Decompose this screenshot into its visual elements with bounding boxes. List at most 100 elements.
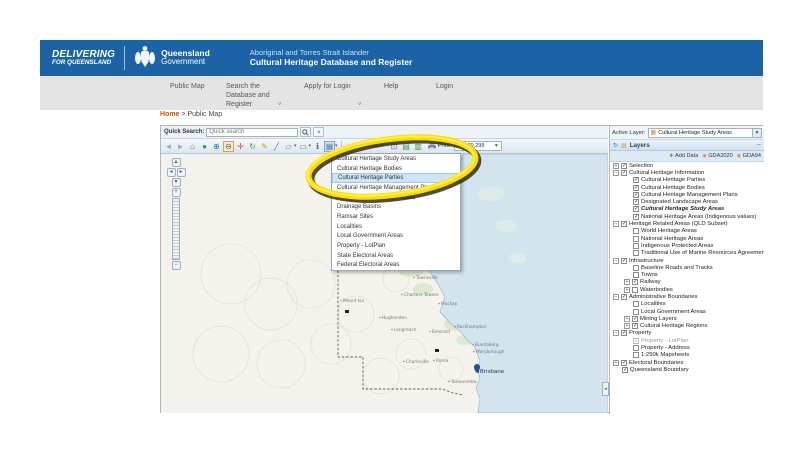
layer-checkbox[interactable]: ✓ <box>621 221 627 227</box>
layer-label[interactable]: Cultural Heritage Bodies <box>641 185 705 191</box>
tree-expander-plus[interactable]: + <box>624 279 630 285</box>
layer-checkbox[interactable] <box>633 236 639 242</box>
pan-left-button[interactable]: ◂ <box>167 168 176 177</box>
layer-label[interactable]: Cultural Heritage Study Areas <box>641 206 724 212</box>
tree-expander-plus[interactable]: + <box>624 316 630 322</box>
quick-search-go-button[interactable] <box>300 127 311 137</box>
layer-checkbox[interactable] <box>633 301 639 307</box>
layer-label[interactable]: Railway <box>640 279 661 285</box>
map-scale-select[interactable]: 18,489,298▼ <box>454 141 502 151</box>
layer-checkbox[interactable]: ✓ <box>621 330 627 336</box>
refresh-layers-icon[interactable]: ↻ <box>613 142 618 149</box>
layer-checkbox[interactable]: ✓ <box>621 170 627 176</box>
layer-checkbox[interactable]: ✓ <box>632 279 638 285</box>
tree-expander-minus[interactable]: − <box>613 221 619 227</box>
nav-item-search-the[interactable]: Search the Database and Register <box>226 82 270 109</box>
tree-expander-plus[interactable]: + <box>613 163 619 169</box>
add-data-button[interactable]: ✚Add Data <box>669 153 698 159</box>
zoom-in-button[interactable]: + <box>172 188 181 197</box>
report-icon[interactable]: ▤ <box>401 141 412 152</box>
layer-checkbox[interactable]: ✓ <box>621 258 627 264</box>
layer-label[interactable]: Localities <box>641 301 666 307</box>
measure-area-icon[interactable]: ▱ <box>283 141 294 152</box>
layer-checkbox[interactable]: ✓ <box>633 199 639 205</box>
chevron-down-icon[interactable]: ▾ <box>335 143 338 149</box>
layer-label[interactable]: Local Government Areas <box>641 309 706 315</box>
refresh-icon[interactable]: ↻ <box>247 141 258 152</box>
layer-label[interactable]: Traditional Use of Marine Resources Agre… <box>641 250 764 256</box>
layer-label[interactable]: Property <box>629 330 651 336</box>
zoom-to-selection-icon[interactable]: ⊡ <box>389 141 400 152</box>
menu-item-localities[interactable]: Localities <box>332 222 460 232</box>
layer-checkbox[interactable]: ✓ <box>621 360 627 366</box>
gda2020-button[interactable]: ◉GDA2020 <box>702 153 732 159</box>
menu-item-designated-landscape-areas[interactable]: Designated Landscape Areas <box>332 193 460 203</box>
layer-label[interactable]: Property - Address <box>641 345 690 351</box>
menu-item-cultural-heritage-study-areas[interactable]: Cultural Heritage Study Areas <box>332 154 460 164</box>
layer-checkbox[interactable]: ✓ <box>633 214 639 220</box>
measure-distance-icon[interactable]: ╱ <box>271 141 282 152</box>
draw-icon[interactable]: ✎ <box>259 141 270 152</box>
quick-search-input[interactable] <box>206 128 298 137</box>
quick-search-clear-button[interactable]: × <box>313 127 324 137</box>
panel-collapse-arrow-button[interactable]: ◂ <box>602 382 609 396</box>
menu-item-ramsar-sites[interactable]: Ramsar Sites <box>332 212 460 222</box>
layer-label[interactable]: Cultural Heritage Management Plans <box>641 192 738 198</box>
layer-label[interactable]: Administrative Boundaries <box>629 294 697 300</box>
layer-checkbox[interactable] <box>633 228 639 234</box>
menu-item-cultural-heritage-parties[interactable]: Cultural Heritage Parties <box>332 173 460 183</box>
pan-icon[interactable]: ✛ <box>235 141 246 152</box>
tree-expander-plus[interactable]: + <box>613 360 619 366</box>
tree-expander-minus[interactable]: − <box>613 330 619 336</box>
layer-checkbox[interactable]: ✓ <box>632 323 638 329</box>
zoom-in-icon[interactable]: ⊕ <box>211 141 222 152</box>
layer-checkbox[interactable]: ✓ <box>633 192 639 198</box>
layer-label[interactable]: Heritage Related Areas (QLD Subset) <box>629 221 728 227</box>
nav-item-help[interactable]: Help <box>384 82 398 91</box>
zoom-out-icon[interactable]: ⊖ <box>223 141 234 152</box>
nav-item-apply-for-login[interactable]: Apply for Login <box>304 82 351 91</box>
layer-label[interactable]: National Heritage Areas (Indigenous valu… <box>641 214 756 220</box>
layer-label[interactable]: 1:250k Mapsheets <box>641 352 689 358</box>
layer-label[interactable]: Cultural Heritage Parties <box>641 177 705 183</box>
layer-checkbox[interactable]: ✓ <box>633 338 639 344</box>
layer-checkbox[interactable] <box>633 265 639 271</box>
select-rectangle-icon[interactable]: ▭ <box>298 141 309 152</box>
layer-label[interactable]: Cultural Heritage Information <box>629 170 704 176</box>
layer-checkbox[interactable]: ✓ <box>632 316 638 322</box>
export-icon[interactable]: ▥ <box>413 141 424 152</box>
menu-item-property-lotplan[interactable]: Property - LotPlan <box>332 241 460 251</box>
layer-checkbox[interactable]: ✓ <box>621 294 627 300</box>
layer-label[interactable]: Electoral Boundaries <box>629 360 683 366</box>
tree-expander-plus[interactable]: + <box>624 323 630 329</box>
print-button[interactable]: Print <box>425 142 453 151</box>
collapse-panel-button[interactable]: − <box>757 142 761 149</box>
back-arrow-icon[interactable]: ◄ <box>163 141 174 152</box>
tree-expander-plus[interactable]: + <box>624 287 630 293</box>
layer-checkbox[interactable] <box>632 287 638 293</box>
menu-item-cultural-heritage-bodies[interactable]: Cultural Heritage Bodies <box>332 164 460 174</box>
layer-label[interactable]: Property - LotPlan <box>641 338 688 344</box>
layer-label[interactable]: Selection <box>629 163 653 169</box>
layer-checkbox[interactable] <box>633 272 639 278</box>
chevron-down-icon[interactable]: ▾ <box>294 143 297 149</box>
zoom-out-button[interactable]: − <box>172 261 181 270</box>
layer-checkbox[interactable]: ✓ <box>633 206 639 212</box>
layer-checkbox[interactable] <box>633 345 639 351</box>
menu-item-federal-electoral-areas[interactable]: Federal Electoral Areas <box>332 261 460 271</box>
layer-checkbox[interactable]: ✓ <box>621 163 627 169</box>
layer-checkbox[interactable] <box>633 250 639 256</box>
search-button[interactable]: Search▼ <box>345 142 388 150</box>
layer-checkbox[interactable] <box>633 352 639 358</box>
layer-label[interactable]: Cultural Heritage Regions <box>640 323 707 329</box>
layer-label[interactable]: Baseline Roads and Tracks <box>641 265 713 271</box>
layer-label[interactable]: Waterbodies <box>640 287 673 293</box>
layer-label[interactable]: World Heritage Areas <box>641 228 697 234</box>
info-icon[interactable]: ℹ <box>312 141 323 152</box>
layer-checkbox[interactable]: ✓ <box>633 177 639 183</box>
full-extent-globe-icon[interactable]: ● <box>199 141 210 152</box>
layer-checkbox[interactable]: ✓ <box>633 185 639 191</box>
pan-up-button[interactable]: ▴ <box>172 158 181 167</box>
nav-item-public-map[interactable]: Public Map <box>170 82 205 91</box>
layer-label[interactable]: Indigenous Protected Areas <box>641 243 713 249</box>
